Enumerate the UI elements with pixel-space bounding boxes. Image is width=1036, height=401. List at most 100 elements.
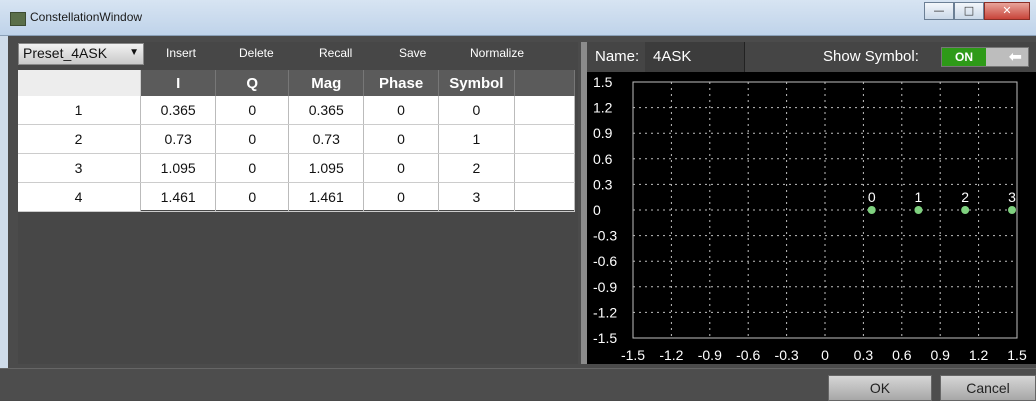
table-corner (18, 70, 142, 96)
cell-phase[interactable]: 0 (363, 124, 439, 154)
y-tick-label: -0.3 (593, 228, 617, 244)
preset-dropdown[interactable]: Preset_4ASK ▼ (18, 43, 144, 65)
point-symbol-label: 0 (868, 189, 876, 205)
row-index[interactable]: 3 (18, 153, 142, 183)
y-tick-label: -0.9 (593, 279, 617, 295)
table-header-row: I Q Mag Phase Symbol (18, 70, 576, 96)
name-label: Name: (595, 48, 640, 65)
cell-q[interactable]: 0 (215, 182, 290, 212)
cell-mag[interactable]: 1.095 (288, 153, 365, 183)
cell-mag[interactable]: 0.73 (288, 124, 365, 154)
cell-empty (514, 124, 576, 154)
maximize-button[interactable]: □ (954, 2, 984, 20)
scatter-chart: -1.5 -1.2 -0.9 -0.6 -0.3 0 0.3 0.6 0.9 1.2 1.5 1.5 1… (593, 74, 1027, 363)
cell-phase[interactable]: 0 (363, 182, 439, 212)
table-toolbar: Preset_4ASK ▼ Insert Delete Recall Save … (18, 42, 578, 66)
point-symbol-label: 1 (915, 189, 923, 205)
recall-button[interactable]: Recall (319, 46, 352, 60)
constellation-point (914, 206, 923, 214)
window-title: ConstellationWindow (30, 10, 143, 24)
name-value: 4ASK (653, 48, 692, 65)
column-header-i[interactable]: I (140, 70, 217, 96)
show-symbol-label: Show Symbol: (823, 48, 919, 65)
column-header-symbol[interactable]: Symbol (438, 70, 515, 96)
table-row[interactable]: 4 1.461 0 1.461 0 3 (18, 182, 576, 212)
x-tick-label: 0.6 (892, 347, 912, 363)
x-tick-label: 1.2 (969, 347, 989, 363)
table-row[interactable]: 2 0.73 0 0.73 0 1 (18, 124, 576, 154)
ok-button[interactable]: OK (828, 375, 932, 401)
column-header-empty (514, 70, 576, 96)
x-tick-label: 1.5 (1007, 347, 1027, 363)
cell-symbol[interactable]: 0 (438, 96, 515, 125)
y-tick-label: 0.9 (593, 125, 613, 141)
cell-i[interactable]: 1.095 (140, 153, 217, 183)
x-tick-label: -1.5 (621, 347, 645, 363)
constellation-point (961, 206, 970, 214)
window-controls: — □ ✕ (924, 2, 1030, 20)
x-tick-label: 0 (821, 347, 829, 363)
close-button[interactable]: ✕ (984, 2, 1030, 20)
constellation-window: ConstellationWindow — □ ✕ Preset_4ASK ▼ … (0, 0, 1036, 401)
y-tick-label: -1.5 (593, 330, 617, 346)
y-tick-label: -0.6 (593, 253, 617, 269)
preset-value: Preset_4ASK (23, 45, 108, 61)
cell-empty (514, 153, 576, 183)
table-row[interactable]: 1 0.365 0 0.365 0 0 (18, 96, 576, 125)
y-tick-label: -1.2 (593, 304, 617, 320)
column-header-mag[interactable]: Mag (288, 70, 365, 96)
y-tick-label: 0.6 (593, 151, 613, 167)
cell-empty (514, 182, 576, 212)
cell-i[interactable]: 0.365 (140, 96, 217, 125)
save-button[interactable]: Save (399, 46, 426, 60)
table-row[interactable]: 3 1.095 0 1.095 0 2 (18, 153, 576, 183)
constellation-point (867, 206, 876, 214)
dialog-footer: OK Cancel (0, 368, 1036, 401)
cell-i[interactable]: 1.461 (140, 182, 217, 212)
column-header-q[interactable]: Q (215, 70, 290, 96)
x-tick-label: -0.6 (736, 347, 760, 363)
show-symbol-toggle[interactable]: ON ⬅ (941, 47, 1029, 67)
title-bar: ConstellationWindow — □ ✕ (0, 0, 1036, 36)
cell-empty (514, 96, 576, 125)
cell-phase[interactable]: 0 (363, 153, 439, 183)
x-tick-label: -0.3 (775, 347, 799, 363)
chevron-down-icon: ▼ (129, 47, 139, 58)
cell-symbol[interactable]: 1 (438, 124, 515, 154)
insert-button[interactable]: Insert (166, 46, 196, 60)
constellation-point (1008, 206, 1017, 214)
minimize-button[interactable]: — (924, 2, 954, 20)
row-index[interactable]: 2 (18, 124, 142, 154)
cell-q[interactable]: 0 (215, 153, 290, 183)
x-tick-label: -0.9 (698, 347, 722, 363)
x-tick-label: 0.3 (854, 347, 874, 363)
cell-mag[interactable]: 1.461 (288, 182, 365, 212)
row-index[interactable]: 1 (18, 96, 142, 125)
symbol-table: I Q Mag Phase Symbol 1 0.365 0 0.365 0 0… (18, 70, 576, 212)
column-header-phase[interactable]: Phase (363, 70, 439, 96)
cell-q[interactable]: 0 (215, 124, 290, 154)
y-tick-label: 0.3 (593, 176, 613, 192)
cell-mag[interactable]: 0.365 (288, 96, 365, 125)
window-left-border (0, 36, 8, 368)
symbol-table-panel: Preset_4ASK ▼ Insert Delete Recall Save … (18, 42, 578, 364)
row-index[interactable]: 4 (18, 182, 142, 212)
normalize-button[interactable]: Normalize (470, 46, 524, 60)
delete-button[interactable]: Delete (239, 46, 274, 60)
cell-symbol[interactable]: 3 (438, 182, 515, 212)
arrow-left-icon: ⬅ (1008, 47, 1022, 66)
y-tick-label: 1.5 (593, 74, 613, 90)
y-tick-label: 1.2 (593, 100, 613, 116)
cell-symbol[interactable]: 2 (438, 153, 515, 183)
x-tick-label: -1.2 (659, 347, 683, 363)
point-symbol-label: 3 (1008, 189, 1016, 205)
name-field[interactable]: 4ASK (645, 42, 745, 72)
constellation-plot: -1.5 -1.2 -0.9 -0.6 -0.3 0 0.3 0.6 0.9 1.2 1.5 1.5 1… (587, 74, 1036, 364)
toggle-on-label: ON (942, 48, 986, 66)
cell-q[interactable]: 0 (215, 96, 290, 125)
cell-phase[interactable]: 0 (363, 96, 439, 125)
constellation-header: Name: 4ASK Show Symbol: ON ⬅ (587, 42, 1036, 72)
cancel-button[interactable]: Cancel (940, 375, 1036, 401)
cell-i[interactable]: 0.73 (140, 124, 217, 154)
point-symbol-label: 2 (961, 189, 969, 205)
